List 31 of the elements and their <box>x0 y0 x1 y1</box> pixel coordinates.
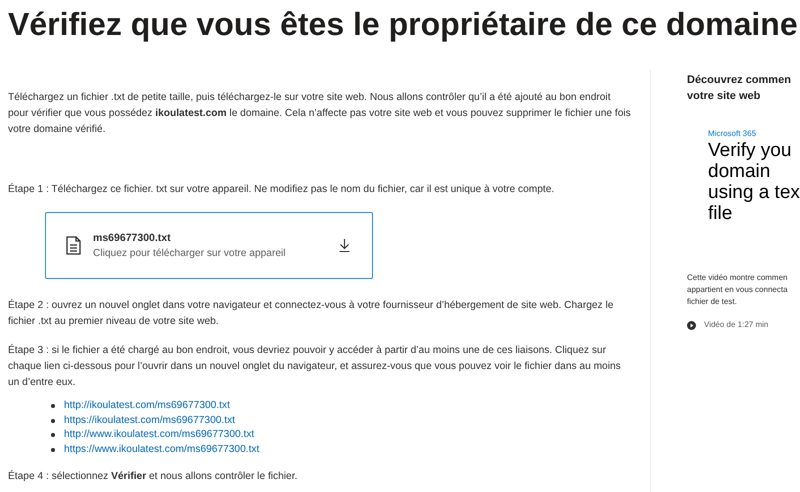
step-text: Étape 3 : si le fichier a été chargé au bon endroit, vous devriez pouvoir y accéder à partir d’au moins une de ces liaisons. Cliquez sur chaque lien ci-dessous pour l’ouvrir dans un nouvel onglet du navigateur, et assurez-vous que vous pouvez voir le fichier dans au moins un d’entre eux. <box>8 343 622 390</box>
step-text: Étape 1 : Téléchargez ce fichier. txt sur votre appareil. Ne modifiez pas le nom du fichier, car il est unique à votre compte. <box>8 182 556 197</box>
play-icon <box>687 320 696 330</box>
file-link[interactable]: http://ikoulatest.com/ms69677300.txt <box>64 399 230 414</box>
download-card[interactable]: ms69677300.txt Cliquez pour télécharger sur votre appareil <box>45 212 373 279</box>
download-icon <box>339 239 350 252</box>
video-title[interactable]: Verify you <box>708 140 800 161</box>
video-description: Cette vidéo montre commen <box>687 272 788 284</box>
file-name: ms69677300.txt <box>93 230 172 246</box>
download-hint: Cliquez pour télécharger sur votre appareil <box>93 246 287 260</box>
step-text: Étape 4 : sélectionnez Vérifier et nous allons contrôler le fichier. <box>8 469 298 484</box>
sidebar-heading: votre site web <box>687 89 762 104</box>
intro-paragraph: Téléchargez un fichier .txt de petite taille, puis téléchargez-le sur votre site web. Nous allons contrôler qu’il a été ajouté au bon endroit pour vérifier que vous possédez ikoulatest.com le domaine. Cela n’affecte pas votre site web et vous pouvez supprimer le fichier une fois votre domaine vérifié. <box>8 91 632 137</box>
video-title[interactable]: file <box>708 203 800 224</box>
bullet-icon <box>51 433 55 438</box>
bullet-icon <box>51 404 55 408</box>
brand-label: Microsoft 365 <box>708 128 758 140</box>
video-title[interactable]: domain <box>708 161 800 182</box>
video-description: fichier de test. <box>687 296 738 308</box>
step-text: Étape 2 : ouvrez un nouvel onglet dans votre navigateur et connectez-vous à votre fournisseur d’hébergement de site web. Chargez le fichier .txt au premier niveau de votre site web. <box>8 298 614 329</box>
file-link[interactable]: https://www.ikoulatest.com/ms69677300.txt <box>64 442 260 457</box>
page-title: Vérifiez que vous êtes le propriétaire de ce domaine <box>8 5 798 44</box>
sidebar-heading: Découvrez commen <box>687 73 792 88</box>
video-duration: Vidéo de 1:27 min <box>704 319 768 331</box>
video-title[interactable]: using a tex <box>708 182 800 203</box>
video-description: appartient en vous connecta <box>687 284 789 296</box>
file-link[interactable]: https://ikoulatest.com/ms69677300.txt <box>64 414 236 428</box>
bullet-icon <box>51 448 55 452</box>
document-icon <box>66 236 81 255</box>
bullet-icon <box>51 418 55 423</box>
file-link[interactable]: http://www.ikoulatest.com/ms69677300.txt <box>64 428 254 442</box>
